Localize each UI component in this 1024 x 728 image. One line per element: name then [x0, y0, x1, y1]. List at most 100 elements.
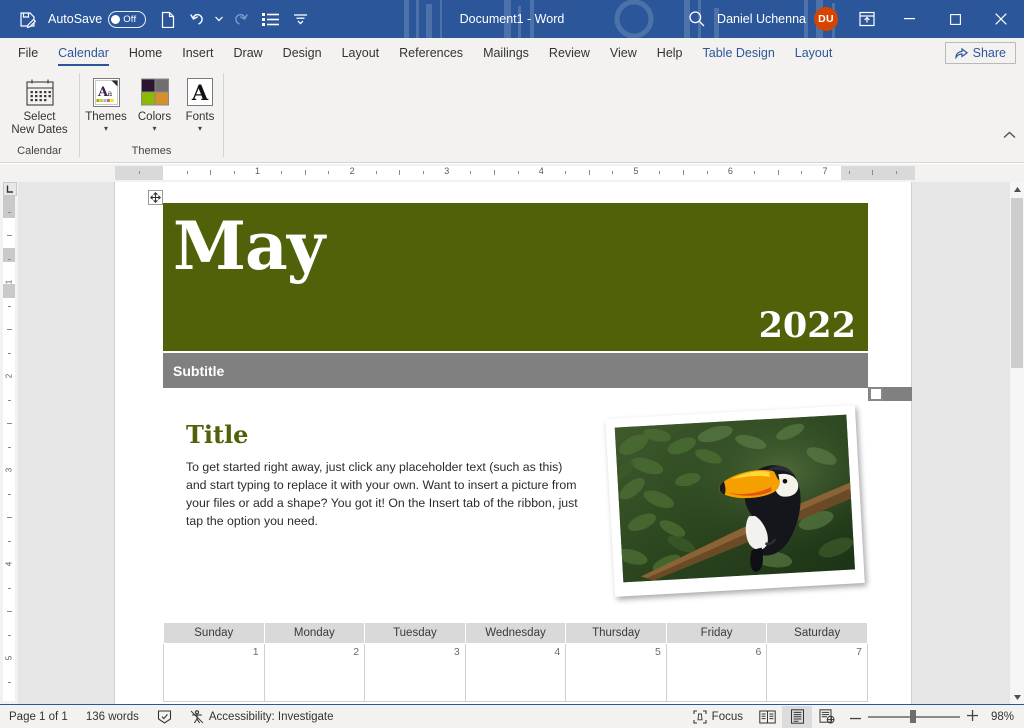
vertical-ruler[interactable]: 1 2 3 4 5 [0, 182, 18, 704]
tab-references[interactable]: References [389, 38, 473, 68]
calendar-day-cell[interactable]: 4 [464, 643, 567, 702]
scroll-down-arrow-icon[interactable] [1010, 690, 1024, 704]
tab-insert[interactable]: Insert [172, 38, 223, 68]
ruler-tick [8, 305, 11, 307]
word-count[interactable]: 136 words [77, 705, 148, 728]
tab-layout[interactable]: Layout [332, 38, 390, 68]
subtitle-text[interactable]: Subtitle [173, 363, 224, 379]
body-paragraph[interactable]: To get started right away, just click an… [186, 458, 586, 530]
zoom-out-icon[interactable] [850, 711, 861, 723]
ruler-number: 4 [538, 166, 544, 176]
tab-calendar[interactable]: Calendar [48, 38, 119, 68]
theme-fonts-chevron-down-icon[interactable]: ▾ [198, 125, 202, 133]
tab-view[interactable]: View [600, 38, 647, 68]
customize-quick-access-toolbar-icon[interactable] [285, 4, 315, 34]
page-title[interactable]: Title [186, 420, 248, 449]
toucan-photo[interactable] [605, 405, 865, 597]
web-layout-icon[interactable] [812, 706, 842, 728]
new-document-icon[interactable] [153, 4, 183, 34]
vertical-ruler-track[interactable]: 1 2 3 4 5 [3, 196, 15, 701]
themes-button[interactable]: A a Themes ▾ [82, 71, 130, 133]
tab-draw[interactable]: Draw [224, 38, 273, 68]
proofing-errors-icon[interactable] [148, 705, 181, 728]
ruler-margin-zone[interactable] [841, 166, 915, 180]
ruler-tick [233, 171, 235, 174]
zoom-slider-thumb[interactable] [910, 710, 917, 723]
zoom-in-icon[interactable] [967, 709, 978, 724]
tab-home[interactable]: Home [119, 38, 172, 68]
theme-colors-chevron-down-icon[interactable]: ▾ [152, 125, 156, 133]
theme-colors-button[interactable]: Colors ▾ [132, 71, 177, 133]
share-button[interactable]: Share [944, 42, 1016, 64]
month-banner[interactable]: May 2022 [163, 203, 868, 351]
zoom-slider[interactable] [842, 709, 986, 724]
ruler-tick [328, 171, 330, 174]
calendar-day-cell[interactable]: 1 [163, 643, 265, 702]
scroll-up-arrow-icon[interactable] [1010, 182, 1024, 196]
svg-text:A: A [191, 80, 209, 105]
accessibility-status[interactable]: Accessibility: Investigate [181, 705, 343, 728]
calendar-day-cell[interactable]: 6 [665, 643, 768, 702]
minimize-icon[interactable] [886, 0, 932, 38]
ribbon-display-options-icon[interactable] [848, 0, 886, 38]
undo-dropdown-chevron-down-icon[interactable] [213, 4, 225, 34]
theme-fonts-icon: A [185, 75, 215, 109]
month-heading[interactable]: May [173, 207, 325, 285]
select-new-dates-button[interactable]: Select New Dates [9, 71, 71, 137]
save-icon[interactable] [12, 4, 42, 34]
calendar-day-cell[interactable]: 7 [766, 643, 868, 702]
autosave-state: Off [123, 13, 137, 25]
avatar[interactable]: DU [814, 7, 838, 31]
collapse-ribbon-icon[interactable] [1003, 130, 1016, 142]
theme-fonts-button[interactable]: A Fonts ▾ [179, 71, 221, 133]
print-layout-icon[interactable] [782, 705, 812, 728]
calendar-header-row: Sunday Monday Tuesday Wednesday Thursday Frid… [163, 622, 868, 644]
zoom-level[interactable]: 98% [986, 711, 1020, 723]
table-move-handle-icon[interactable] [148, 190, 163, 205]
selection-resize-handle[interactable] [869, 387, 883, 401]
undo-icon[interactable] [183, 4, 213, 34]
focus-button[interactable]: Focus [684, 705, 752, 728]
horizontal-ruler-track[interactable]: 1 2 3 4 5 6 7 [115, 166, 915, 180]
tab-review[interactable]: Review [539, 38, 600, 68]
page-indicator[interactable]: Page 1 of 1 [0, 705, 77, 728]
tab-file[interactable]: File [8, 38, 48, 68]
ruler-tick [470, 171, 472, 174]
theme-fonts-label: Fonts [185, 111, 215, 123]
calendar-day-cell[interactable]: 5 [565, 643, 667, 702]
tab-mailings[interactable]: Mailings [473, 38, 539, 68]
ruler-tick [186, 171, 188, 174]
scrollbar-thumb[interactable] [1011, 198, 1023, 368]
search-icon[interactable] [677, 0, 717, 38]
bullet-list-icon[interactable] [255, 4, 285, 34]
ruler-margin-zone[interactable] [3, 196, 15, 218]
read-mode-icon[interactable] [752, 706, 782, 728]
theme-colors-icon [140, 75, 170, 109]
ruler-tick [517, 171, 519, 174]
ruler-margin-zone[interactable] [3, 284, 15, 298]
calendar-table[interactable]: Sunday Monday Tuesday Wednesday Thursday Frid… [163, 622, 868, 702]
left-tab-stop-icon[interactable] [3, 182, 17, 196]
tab-design[interactable]: Design [273, 38, 332, 68]
horizontal-ruler[interactable]: 1 2 3 4 5 6 7 [0, 164, 1024, 182]
close-icon[interactable] [978, 0, 1024, 38]
calendar-day-cell[interactable]: 2 [263, 643, 366, 702]
zoom-slider-track[interactable] [868, 710, 960, 723]
account-name[interactable]: Daniel Uchenna [717, 12, 806, 26]
calendar-header-sunday: Sunday [163, 622, 265, 644]
ruler-margin-zone[interactable] [3, 248, 15, 262]
maximize-icon[interactable] [932, 0, 978, 38]
status-bar: Page 1 of 1 136 words Accessibility: Inv… [0, 704, 1024, 728]
themes-chevron-down-icon[interactable]: ▾ [104, 125, 108, 133]
tab-layout[interactable]: Layout [785, 38, 843, 68]
subtitle-bar[interactable]: Subtitle [163, 353, 868, 388]
tab-table-design[interactable]: Table Design [693, 38, 785, 68]
photo-frame [605, 405, 865, 597]
year-heading[interactable]: 2022 [759, 307, 856, 345]
redo-icon[interactable] [225, 4, 255, 34]
calendar-day-cell[interactable]: 3 [364, 643, 466, 702]
vertical-scrollbar[interactable] [1010, 182, 1024, 704]
autosave-toggle[interactable]: Off [108, 10, 147, 28]
svg-text:a: a [107, 89, 112, 98]
tab-help[interactable]: Help [647, 38, 693, 68]
